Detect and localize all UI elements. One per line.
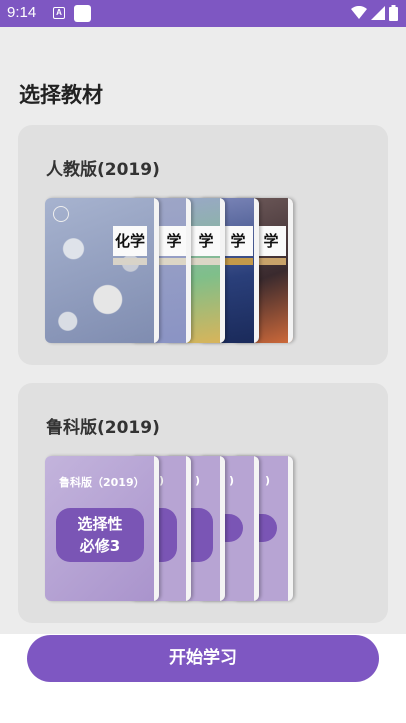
cover-stack[interactable]: ) ) ) ) 鲁科版（2019） 选择性 必修3 (45, 456, 293, 601)
edition-label: 鲁科版(2019) (46, 418, 160, 438)
cover-subtitle-bar (113, 258, 147, 265)
page-edge (220, 456, 225, 601)
cover-edition-partial: ) (159, 474, 165, 487)
cover-subtitle-bar (223, 258, 253, 265)
textbook-card-luke[interactable]: 鲁科版(2019) ) ) ) ) 鲁科版（2019） 选择性 必修3 (18, 383, 388, 623)
cover-title: 学 (223, 226, 253, 256)
textbook-card-renjiao[interactable]: 人教版(2019) 学 学 学 学 化学 (18, 125, 388, 365)
cover-badge-line2: 必修3 (79, 537, 121, 555)
page-edge (254, 198, 259, 343)
cover-edition-partial: ) (195, 474, 201, 487)
cover-badge-partial (225, 514, 243, 542)
cover-stack[interactable]: 学 学 学 学 化学 (45, 198, 293, 343)
page-title: 选择教材 (19, 83, 103, 107)
cover-title: 学 (256, 226, 286, 256)
page-edge (186, 198, 191, 343)
cover-subtitle-bar (159, 258, 189, 265)
cover-title: 学 (191, 226, 221, 256)
signal-icon (371, 6, 385, 20)
start-learning-button[interactable]: 开始学习 (27, 635, 379, 682)
cover-edition-partial: ) (265, 474, 271, 487)
page-edge (288, 456, 293, 601)
book-cover-front: 化学 (45, 198, 159, 343)
edition-label: 人教版(2019) (46, 160, 160, 180)
notification-a-icon: A (53, 7, 65, 19)
publisher-logo-icon (53, 206, 69, 222)
page-edge (154, 198, 159, 343)
wifi-icon (351, 6, 367, 19)
page-edge (220, 198, 225, 343)
cover-subtitle-bar (256, 258, 286, 265)
status-icons (351, 5, 398, 21)
page-edge (186, 456, 191, 601)
cover-edition-partial: ) (229, 474, 235, 487)
page-edge (254, 456, 259, 601)
cover-title: 化学 (113, 226, 147, 256)
cover-badge-partial (259, 514, 277, 542)
cover-badge-line1: 选择性 (77, 515, 123, 533)
page-edge (288, 198, 293, 343)
cover-badge: 选择性 必修3 (56, 508, 144, 562)
book-cover-front: 鲁科版（2019） 选择性 必修3 (45, 456, 159, 601)
cover-title: 学 (159, 226, 189, 256)
notification-square-icon (74, 5, 91, 22)
cover-subtitle-bar (191, 258, 221, 265)
battery-icon (389, 5, 398, 21)
cover-badge-partial (191, 508, 213, 562)
status-time: 9:14 (7, 4, 37, 21)
cover-edition: 鲁科版（2019） (59, 476, 145, 489)
page-edge (154, 456, 159, 601)
status-bar: 9:14 A (0, 0, 406, 27)
